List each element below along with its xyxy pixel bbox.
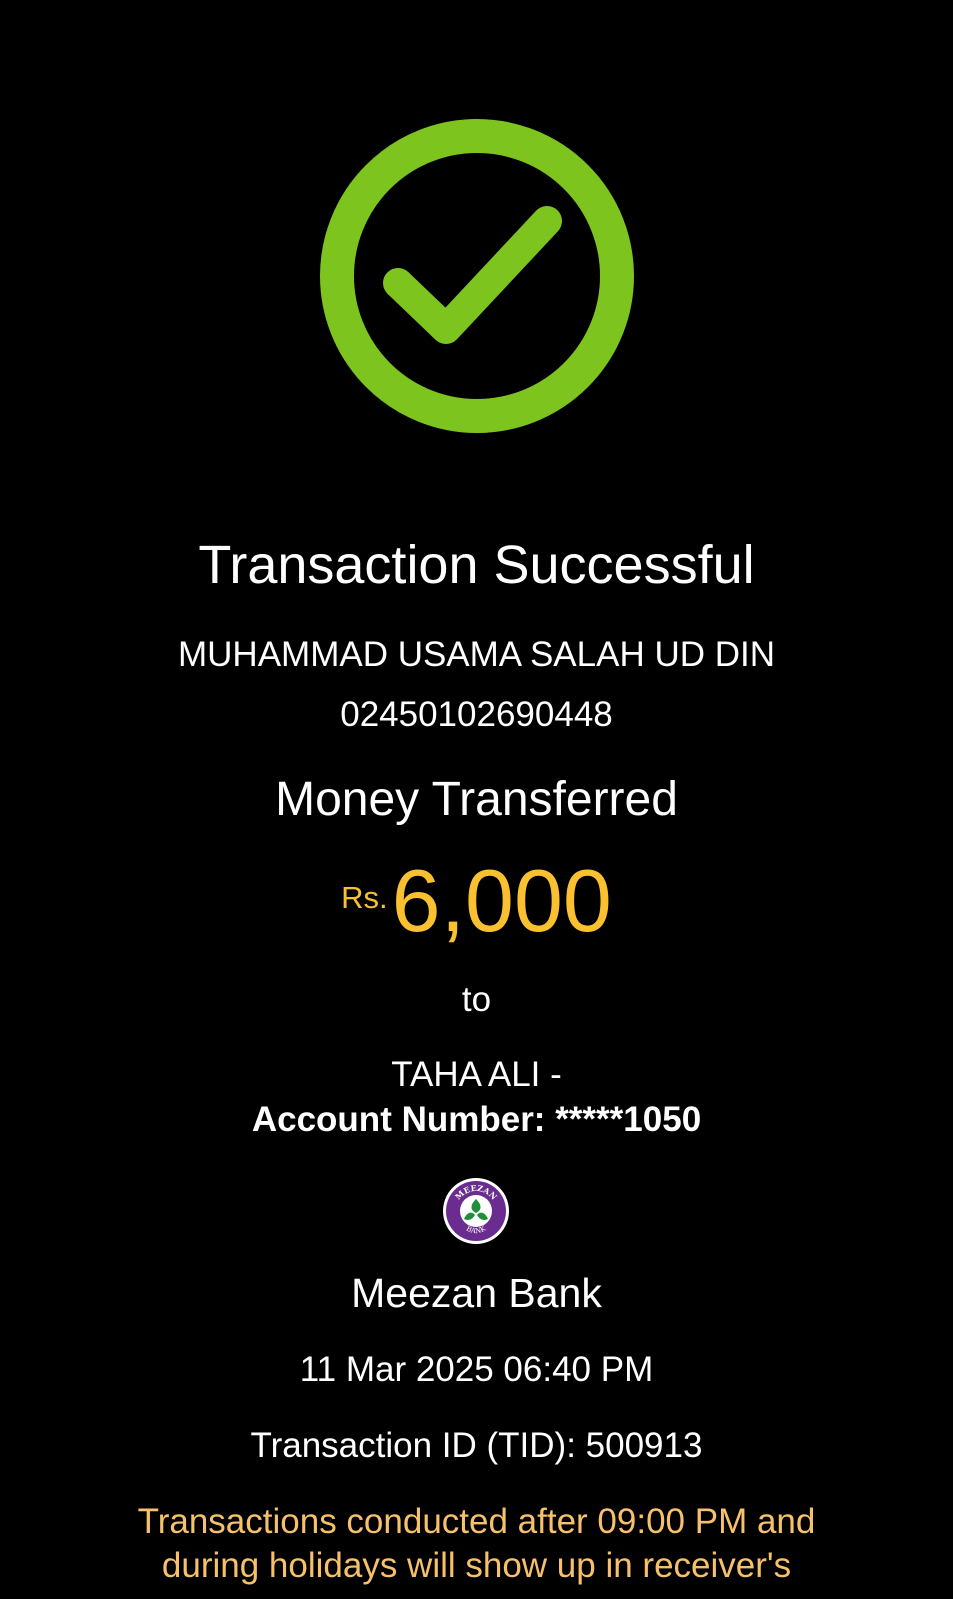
amount-row: Rs. 6,000 xyxy=(0,853,953,953)
check-mark xyxy=(383,206,562,344)
to-connector: to xyxy=(461,980,492,1019)
check-circle-icon xyxy=(320,119,634,433)
sender-account-number: 02450102690448 xyxy=(340,695,613,734)
bank-name: Meezan Bank xyxy=(351,1270,602,1316)
processing-notice: Transactions conducted after 09:00 PM an… xyxy=(40,1500,913,1588)
transfer-amount: 6,000 xyxy=(391,851,612,950)
money-transferred-label: Money Transferred xyxy=(275,773,678,826)
currency-label: Rs. xyxy=(341,880,388,915)
receiver-name: TAHA ALI - xyxy=(391,1055,562,1094)
status-title: Transaction Successful xyxy=(198,535,755,595)
transaction-id: Transaction ID (TID): 500913 xyxy=(250,1426,703,1465)
meezan-bank-logo: MEEZAN BANK xyxy=(443,1178,509,1244)
receiver-account-number: Account Number: *****1050 xyxy=(251,1100,702,1139)
notice-line-1: Transactions conducted after 09:00 PM an… xyxy=(137,1502,816,1541)
notice-line-2: during holidays will show up in receiver… xyxy=(161,1546,792,1585)
transaction-receipt: Transaction Successful MUHAMMAD USAMA SA… xyxy=(0,0,953,1599)
sender-name: MUHAMMAD USAMA SALAH UD DIN xyxy=(177,635,776,674)
transaction-datetime: 11 Mar 2025 06:40 PM xyxy=(299,1350,654,1389)
